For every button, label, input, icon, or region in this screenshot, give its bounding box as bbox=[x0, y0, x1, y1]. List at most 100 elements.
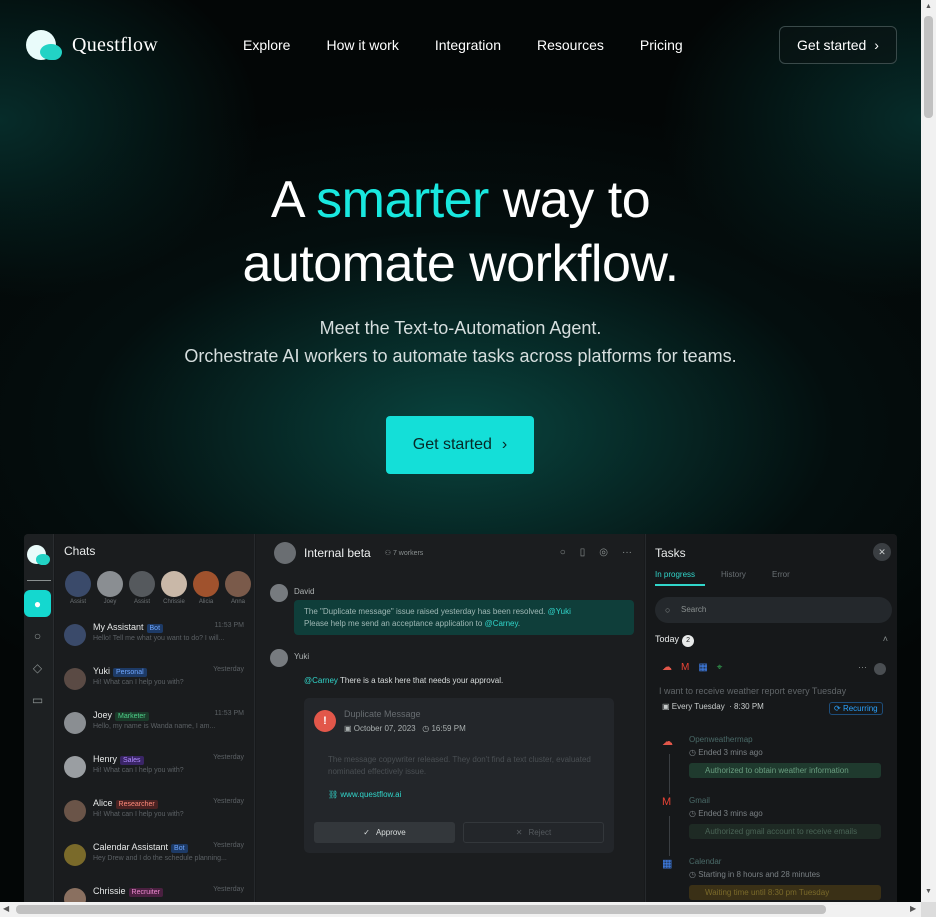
card-title: Duplicate Message bbox=[344, 709, 421, 719]
card-link[interactable]: ⛓ www.questflow.ai bbox=[328, 790, 401, 799]
avatar bbox=[64, 712, 86, 734]
scrollbar-corner bbox=[921, 902, 936, 917]
gmail-icon: M bbox=[681, 662, 690, 673]
alert-icon: ! bbox=[314, 710, 336, 732]
role-tag: Recruiter bbox=[128, 888, 163, 897]
thread-title: Internal beta bbox=[304, 546, 371, 560]
avatar[interactable]: Chrissie bbox=[161, 571, 187, 605]
chat-icon[interactable]: ● bbox=[24, 590, 51, 617]
search-icon[interactable]: ○ bbox=[24, 622, 51, 649]
avatar[interactable]: Assist bbox=[65, 571, 91, 605]
thread-panel: Internal beta ⚇ 7 workers ○ ▯ ◎ ··· Davi… bbox=[256, 534, 644, 902]
brand-logo[interactable]: Questflow bbox=[26, 30, 158, 60]
task-schedule: ▣ Every Tuesday · 8:30 PM bbox=[662, 702, 764, 711]
chat-list-item[interactable]: Henry Sales Hi! What can I help you with?… bbox=[64, 752, 254, 792]
app-sidebar-rail: ● ○ ◇ ▭ bbox=[24, 534, 54, 902]
chat-list-item[interactable]: Alice Researcher Hi! What can I help you … bbox=[64, 796, 254, 836]
role-tag: Marketer bbox=[115, 712, 149, 721]
avatar bbox=[64, 800, 86, 822]
avatar bbox=[270, 649, 288, 667]
chat-list-item[interactable]: Calendar Assistant Bot Hey Drew and I do … bbox=[64, 840, 254, 880]
chevron-right-icon: › bbox=[874, 37, 879, 53]
task-title: I want to receive weather report every T… bbox=[659, 686, 847, 696]
role-tag: Bot bbox=[171, 844, 188, 853]
step-status: Waiting time until 8:30 pm Tuesday bbox=[689, 885, 881, 900]
tab-history[interactable]: History bbox=[721, 570, 746, 579]
avatar[interactable]: Assist bbox=[129, 571, 155, 605]
close-icon[interactable]: ✕ bbox=[873, 543, 891, 561]
tasks-search-input[interactable]: ○ Search bbox=[655, 597, 892, 623]
vertical-scrollbar[interactable]: ▲ ▼ bbox=[921, 0, 936, 902]
nav-explore[interactable]: Explore bbox=[243, 37, 290, 53]
hero-get-started-button[interactable]: Get started › bbox=[386, 416, 534, 474]
active-tab-indicator bbox=[655, 584, 705, 586]
nav-get-started-button[interactable]: Get started › bbox=[779, 26, 897, 64]
step-status: Authorized gmail account to receive emai… bbox=[689, 824, 881, 839]
nav-resources[interactable]: Resources bbox=[537, 37, 604, 53]
search-icon: ○ bbox=[665, 605, 671, 615]
scroll-up-icon[interactable]: ▲ bbox=[925, 3, 932, 10]
hero-title-pre: A bbox=[270, 171, 317, 229]
message-bubble: The "Duplicate message" issue raised yes… bbox=[294, 600, 634, 635]
settings-icon[interactable]: ◎ bbox=[599, 547, 608, 558]
chevron-up-icon[interactable]: ˄ bbox=[883, 634, 888, 644]
bot-avatar bbox=[64, 624, 86, 646]
avatar bbox=[64, 756, 86, 778]
clock-icon: ◷ bbox=[689, 870, 699, 879]
role-tag: Bot bbox=[146, 624, 164, 633]
tasks-title: Tasks bbox=[655, 546, 686, 560]
task-app-icons: ☁ M ▦ ⌖ bbox=[662, 662, 722, 673]
clock-icon: ◷ bbox=[689, 809, 699, 818]
avatar bbox=[270, 584, 288, 602]
group-header[interactable]: Today 2 bbox=[655, 634, 695, 647]
graduation-cap-icon[interactable]: ◇ bbox=[24, 654, 51, 681]
tab-in-progress[interactable]: In progress bbox=[655, 570, 695, 579]
questflow-logo-icon bbox=[26, 30, 62, 60]
rail-divider bbox=[27, 580, 51, 581]
avatar[interactable]: Joey bbox=[97, 571, 123, 605]
check-icon: ✓ bbox=[363, 828, 370, 837]
nav-integration[interactable]: Integration bbox=[435, 37, 501, 53]
search-icon[interactable]: ○ bbox=[560, 547, 566, 558]
scrollbar-thumb[interactable] bbox=[924, 16, 933, 118]
hero-title: A smarter way to automate workflow. bbox=[0, 168, 921, 296]
nav-pricing[interactable]: Pricing bbox=[640, 37, 683, 53]
calendar-icon: ▣ bbox=[344, 724, 354, 733]
hero-title-line2: automate workflow. bbox=[242, 235, 679, 293]
weather-icon: ☁ bbox=[662, 736, 673, 748]
scroll-down-icon[interactable]: ▼ bbox=[925, 888, 932, 895]
approve-button[interactable]: ✓ Approve bbox=[314, 822, 455, 843]
horizontal-scrollbar[interactable]: ◀ ▶ bbox=[0, 902, 921, 917]
thread-header: Internal beta ⚇ 7 workers bbox=[274, 542, 423, 564]
map-pin-icon: ⌖ bbox=[716, 662, 723, 673]
book-icon[interactable]: ▭ bbox=[24, 686, 51, 713]
chat-list-item[interactable]: Yuki Personal Hi! What can I help you wit… bbox=[64, 664, 254, 704]
avatar[interactable]: Alicia bbox=[193, 571, 219, 605]
calendar-icon: ▦ bbox=[698, 662, 708, 673]
reject-button[interactable]: ✕ Reject bbox=[463, 822, 604, 843]
role-tag: Personal bbox=[113, 668, 147, 677]
tab-error[interactable]: Error bbox=[772, 570, 790, 579]
brand-name: Questflow bbox=[72, 33, 159, 56]
group-avatar bbox=[274, 542, 296, 564]
chat-list-item[interactable]: Joey Marketer Hello, my name is Wanda nam… bbox=[64, 708, 254, 748]
nav-how-it-work[interactable]: How it work bbox=[326, 37, 398, 53]
scrollbar-thumb[interactable] bbox=[16, 905, 826, 914]
step-status: Authorized to obtain weather information bbox=[689, 763, 881, 778]
chat-list-item[interactable]: My Assistant Bot Hello! Tell me what you … bbox=[64, 620, 254, 660]
scroll-left-icon[interactable]: ◀ bbox=[3, 904, 9, 913]
nav-get-started-label: Get started bbox=[797, 37, 867, 53]
recurring-badge: ⟳ Recurring bbox=[829, 702, 883, 715]
app-logo-icon bbox=[27, 545, 50, 567]
card-body: The message copywriter released. They do… bbox=[328, 755, 591, 776]
avatar[interactable]: Anna bbox=[225, 571, 251, 605]
scroll-right-icon[interactable]: ▶ bbox=[910, 904, 916, 913]
hero-subtitle-line1: Meet the Text-to-Automation Agent. bbox=[319, 318, 602, 338]
chat-list-item[interactable]: Chrissie Recruiter Yesterday bbox=[64, 884, 254, 902]
calendar-bot-avatar bbox=[64, 844, 86, 866]
bookmark-icon[interactable]: ▯ bbox=[580, 547, 586, 558]
more-icon[interactable]: ··· bbox=[858, 662, 867, 672]
users-icon: ⚇ bbox=[384, 550, 393, 557]
hero-subtitle-line2: Orchestrate AI workers to automate tasks… bbox=[184, 346, 737, 366]
more-icon[interactable]: ··· bbox=[622, 547, 632, 558]
